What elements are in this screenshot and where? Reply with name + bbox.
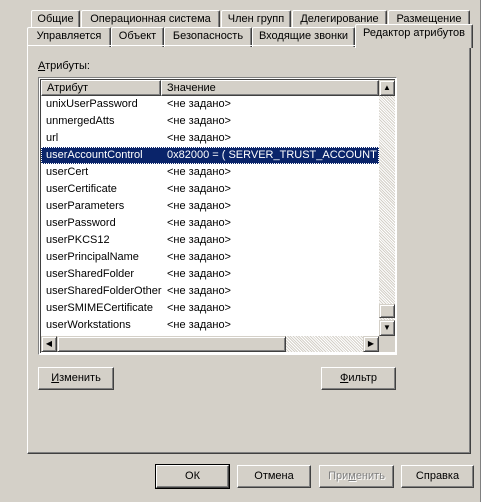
window-right-border <box>480 0 481 502</box>
attribute-name: unixUserPassword <box>46 98 138 110</box>
arrow-up-icon[interactable]: ▲ <box>379 80 395 96</box>
help-button[interactable]: Справка <box>401 465 474 488</box>
attribute-value: <не задано> <box>167 268 231 280</box>
tab-managed-by[interactable]: Управляется <box>27 27 111 47</box>
horizontal-scrollbar-thumb[interactable] <box>57 336 286 352</box>
attribute-name: userSMIMECertificate <box>46 302 153 314</box>
table-row[interactable]: url <не задано> <box>41 130 379 147</box>
attribute-name: userSharedFolder <box>46 268 135 280</box>
attributes-list[interactable]: Атрибут Значение unixUserPassword <не зад… <box>38 77 397 355</box>
table-row[interactable]: userParameters <не задано> <box>41 198 379 215</box>
arrow-right-icon[interactable]: ▶ <box>363 336 379 352</box>
attribute-value: <не задано> <box>167 285 231 297</box>
attribute-name: userCertificate <box>46 183 117 195</box>
vertical-scrollbar[interactable] <box>379 80 395 336</box>
attribute-name: userPassword <box>46 217 116 229</box>
table-row[interactable]: userSMIMECertificate <не задано> <box>41 300 379 317</box>
arrow-left-icon[interactable]: ◀ <box>41 336 57 352</box>
column-header-attribute[interactable]: Атрибут <box>41 80 161 96</box>
ok-button[interactable]: ОК <box>155 464 230 489</box>
table-row[interactable]: userPKCS12 <не задано> <box>41 232 379 249</box>
tab-dial-in[interactable]: Входящие звонки <box>252 27 355 47</box>
tab-security[interactable]: Безопасность <box>164 27 252 47</box>
attribute-value: <не задано> <box>167 183 231 195</box>
vertical-scrollbar-thumb[interactable] <box>379 304 395 318</box>
arrow-down-icon[interactable]: ▼ <box>379 320 395 336</box>
window-right-edge <box>480 0 501 502</box>
attribute-value: <не задано> <box>167 166 231 178</box>
attribute-value: <не задано> <box>167 302 231 314</box>
attribute-name: unmergedAtts <box>46 115 115 127</box>
table-row[interactable]: userWorkstations <не задано> <box>41 317 379 334</box>
table-row[interactable]: unmergedAtts <не задано> <box>41 113 379 130</box>
attribute-value: <не задано> <box>167 132 231 144</box>
edit-button[interactable]: Изменить <box>38 367 114 390</box>
attribute-value: <не задано> <box>167 319 231 331</box>
attribute-value: <не задано> <box>167 115 231 127</box>
apply-button[interactable]: Применить <box>319 465 394 488</box>
attribute-value: <не задано> <box>167 251 231 263</box>
attribute-name: userPKCS12 <box>46 234 110 246</box>
table-row[interactable]: userCertificate <не задано> <box>41 181 379 198</box>
table-row[interactable]: unixUserPassword <не задано> <box>41 96 379 113</box>
attribute-value: <не задано> <box>167 234 231 246</box>
attribute-value: <не задано> <box>167 98 231 110</box>
attribute-name: userPrincipalName <box>46 251 139 263</box>
attributes-label: Атрибуты: <box>38 60 90 72</box>
scrollbar-corner <box>379 336 395 352</box>
attribute-name: url <box>46 132 59 144</box>
table-row[interactable]: userSharedFolder <не задано> <box>41 266 379 283</box>
column-header-value[interactable]: Значение <box>161 80 379 96</box>
attribute-name: userWorkstations <box>46 319 131 331</box>
tab-object[interactable]: Объект <box>111 27 164 47</box>
attribute-value: 0x82000 = ( SERVER_TRUST_ACCOUNT | <box>167 149 379 161</box>
attribute-name: userAccountControl <box>46 149 143 161</box>
tab-attribute-editor[interactable]: Редактор атрибутов <box>355 24 473 48</box>
attribute-name: userCert <box>46 166 89 178</box>
attribute-name: userParameters <box>46 200 125 212</box>
table-row[interactable]: userPrincipalName <не задано> <box>41 249 379 266</box>
attribute-name: userSharedFolderOther <box>46 285 162 297</box>
table-row[interactable]: userCert <не задано> <box>41 164 379 181</box>
cancel-button[interactable]: Отмена <box>237 465 311 488</box>
table-row[interactable]: userSharedFolderOther <не задано> <box>41 283 379 300</box>
attributes-rows: unixUserPassword <не задано> unmergedAtts <… <box>41 96 379 336</box>
attribute-value: <не задано> <box>167 217 231 229</box>
filter-button[interactable]: Фильтр <box>321 367 396 390</box>
table-row[interactable]: userAccountControl 0x82000 = ( SERVER_TRU… <box>41 147 379 164</box>
table-row[interactable]: userPassword <не задано> <box>41 215 379 232</box>
attribute-value: <не задано> <box>167 200 231 212</box>
